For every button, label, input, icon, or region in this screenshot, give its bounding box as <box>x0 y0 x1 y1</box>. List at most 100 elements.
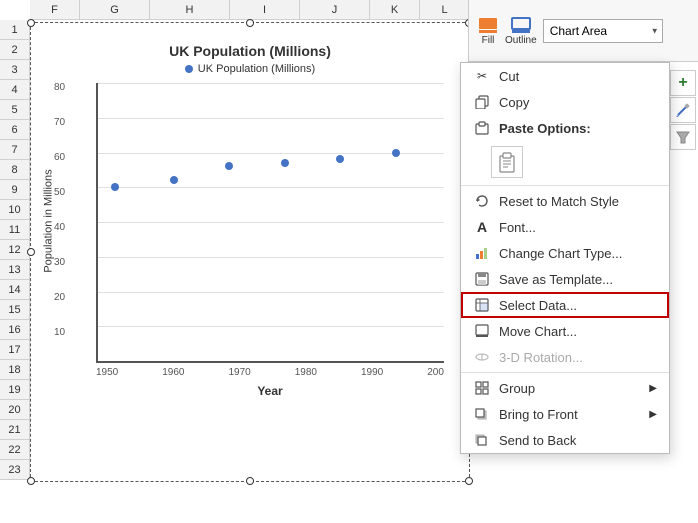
fill-btn-group: Fill <box>477 16 499 46</box>
handle-br[interactable] <box>465 477 473 485</box>
menu-label-copy: Copy <box>499 95 529 110</box>
paste-svg <box>475 121 489 135</box>
menu-item-cut[interactable]: ✂ Cut <box>461 63 669 89</box>
menu-label-font: Font... <box>499 220 536 235</box>
move-chart-icon <box>473 323 491 339</box>
col-header-i[interactable]: I <box>230 0 300 19</box>
col-header-g[interactable]: G <box>80 0 150 19</box>
move-svg <box>475 324 489 338</box>
font-icon: A <box>473 219 491 235</box>
gridline-10 <box>98 326 444 327</box>
menu-label-bring-front: Bring to Front <box>499 407 578 422</box>
menu-item-move-chart[interactable]: Move Chart... <box>461 318 669 344</box>
menu-label-move-chart: Move Chart... <box>499 324 577 339</box>
gridline-40 <box>98 222 444 223</box>
menu-item-group[interactable]: Group ▶ <box>461 375 669 401</box>
3d-rotation-icon <box>473 349 491 365</box>
gridline-50 <box>98 187 444 188</box>
menu-label-change-chart: Change Chart Type... <box>499 246 622 261</box>
col-header-l[interactable]: L <box>420 0 470 19</box>
dot-1960 <box>170 176 178 184</box>
menu-item-paste-icon[interactable] <box>461 141 669 183</box>
outline-button[interactable]: Outline <box>505 16 537 46</box>
reset-svg <box>475 194 489 208</box>
gridline-80 <box>98 83 444 84</box>
sep-2 <box>461 372 669 373</box>
menu-label-group: Group <box>499 381 535 396</box>
col-header-k[interactable]: K <box>370 0 420 19</box>
col-header-j[interactable]: J <box>300 0 370 19</box>
x-axis-title: Year <box>96 384 444 398</box>
context-menu: ✂ Cut Copy Paste Options: <box>460 62 670 454</box>
plus-tool-button[interactable]: + <box>670 70 696 96</box>
plot-area <box>96 83 444 363</box>
gridline-70 <box>98 118 444 119</box>
paste-clipboard-btn[interactable] <box>491 146 523 178</box>
filter-tool-button[interactable] <box>670 124 696 150</box>
group-svg <box>475 381 489 395</box>
chart-area-select[interactable]: Chart Area <box>543 19 663 43</box>
menu-item-paste-options: Paste Options: <box>461 115 669 141</box>
fill-label: Fill <box>482 35 495 46</box>
change-chart-icon <box>473 245 491 261</box>
chart-container[interactable]: UK Population (Millions) UK Population (… <box>30 22 470 482</box>
handle-ml[interactable] <box>27 248 35 256</box>
menu-item-reset[interactable]: Reset to Match Style <box>461 188 669 214</box>
dot-1980 <box>281 159 289 167</box>
dot-1970 <box>225 162 233 170</box>
fill-button[interactable]: Fill <box>477 16 499 46</box>
menu-label-select-data: Select Data... <box>499 298 577 313</box>
menu-label-send-back: Send to Back <box>499 433 576 448</box>
y-axis-labels: 80 70 60 50 40 30 20 10 <box>54 83 65 363</box>
reset-icon <box>473 193 491 209</box>
chart-inner: UK Population (Millions) UK Population (… <box>41 33 459 471</box>
plot-wrapper: Population in Millions 80 70 60 50 40 30… <box>96 83 444 398</box>
handle-bm[interactable] <box>246 477 254 485</box>
col-header-h[interactable]: H <box>150 0 230 19</box>
brush-tool-button[interactable] <box>670 97 696 123</box>
bring-front-icon <box>473 406 491 422</box>
copy-icon <box>473 94 491 110</box>
x-axis-labels: 1950 1960 1970 1980 1990 200 <box>96 367 444 378</box>
menu-item-change-chart[interactable]: Change Chart Type... <box>461 240 669 266</box>
chart-area-select-wrapper[interactable]: Chart Area <box>543 19 663 43</box>
bring-front-arrow: ▶ <box>649 409 657 420</box>
outline-icon <box>510 16 532 34</box>
dot-1950 <box>111 183 119 191</box>
handle-tl[interactable] <box>27 19 35 27</box>
fill-icon <box>477 16 499 34</box>
format-toolbar: Fill Outline Chart Area <box>468 0 698 62</box>
gridline-20 <box>98 292 444 293</box>
menu-label-3d: 3-D Rotation... <box>499 350 583 365</box>
paste-options-icon <box>473 120 491 136</box>
group-arrow: ▶ <box>649 383 657 394</box>
save-svg <box>475 272 489 286</box>
handle-bl[interactable] <box>27 477 35 485</box>
menu-item-send-back[interactable]: Send to Back <box>461 427 669 453</box>
col-header-f[interactable]: F <box>30 0 80 19</box>
spreadsheet: F G H I J K L M N O P 1 2 3 4 5 6 7 8 9 … <box>0 0 698 523</box>
menu-item-bring-front[interactable]: Bring to Front ▶ <box>461 401 669 427</box>
menu-label-paste: Paste Options: <box>499 121 591 136</box>
menu-item-save-template[interactable]: Save as Template... <box>461 266 669 292</box>
menu-item-select-data[interactable]: Select Data... <box>461 292 669 318</box>
send-back-svg <box>475 433 489 447</box>
chart-type-svg <box>475 246 489 260</box>
copy-svg <box>475 95 489 109</box>
group-icon <box>473 380 491 396</box>
sep-1 <box>461 185 669 186</box>
outline-btn-group: Outline <box>505 16 537 46</box>
filter-icon <box>675 129 691 145</box>
select-data-icon <box>473 297 491 313</box>
handle-tm[interactable] <box>246 19 254 27</box>
menu-label-save-template: Save as Template... <box>499 272 613 287</box>
dot-1990 <box>336 155 344 163</box>
outline-label: Outline <box>505 35 537 46</box>
menu-item-copy[interactable]: Copy <box>461 89 669 115</box>
select-data-svg <box>475 298 489 312</box>
legend-label: UK Population (Millions) <box>198 63 315 75</box>
menu-item-font[interactable]: A Font... <box>461 214 669 240</box>
chart-legend: UK Population (Millions) <box>41 63 459 75</box>
menu-item-3d-rotation[interactable]: 3-D Rotation... <box>461 344 669 370</box>
send-back-icon <box>473 432 491 448</box>
